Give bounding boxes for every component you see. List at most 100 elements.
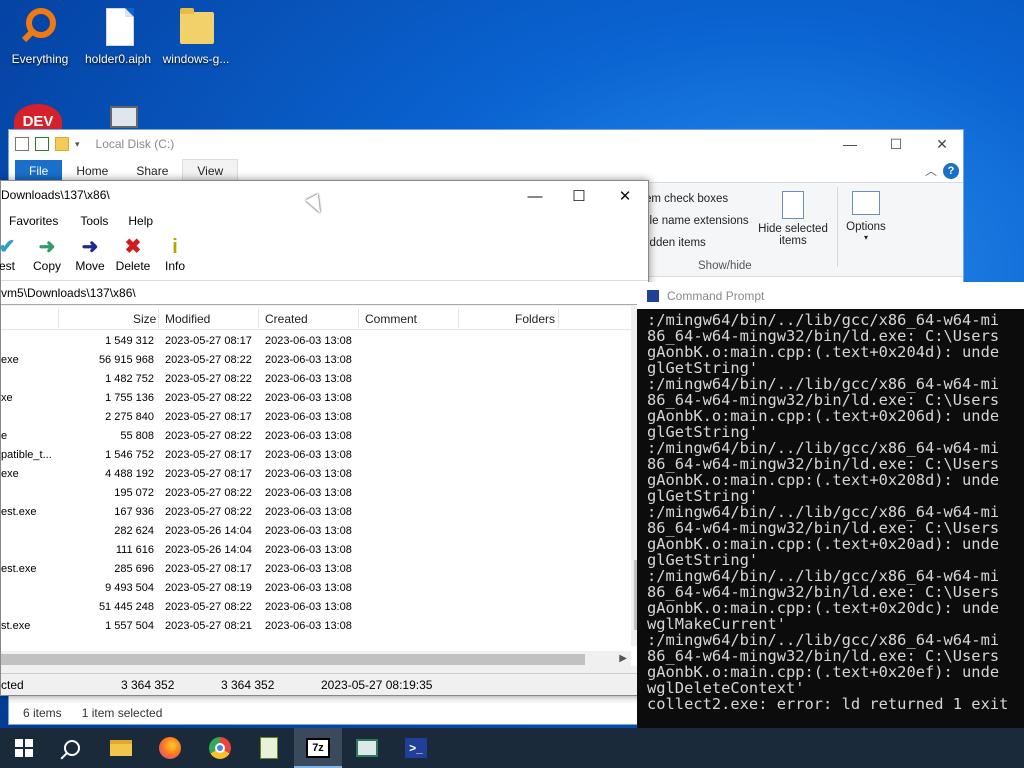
minimize-icon[interactable]: — [512, 181, 558, 211]
console-line: 86_64-w64-mingw32/bin/ld.exe: C:\Users [647, 583, 1000, 601]
folder-icon [110, 740, 132, 756]
column-modified[interactable]: Modified [165, 312, 210, 326]
file-name-extensions-option[interactable]: ile name extensions [647, 215, 749, 227]
table-row[interactable]: e 55 808 2023-05-27 08:22 2023-06-03 13:08 [1, 427, 631, 446]
taskbar: 7z >_ [0, 728, 1024, 768]
taskbar-notepad[interactable] [245, 728, 293, 768]
created-cell: 2023-06-03 13:08 [265, 354, 352, 366]
taskbar-chrome[interactable] [196, 728, 244, 768]
minimize-icon[interactable]: — [827, 130, 873, 158]
cmd-titlebar[interactable]: Command Prompt [637, 282, 1024, 309]
menu-tools[interactable]: Tools [66, 214, 116, 228]
table-row[interactable]: 282 624 2023-05-26 14:04 2023-06-03 13:08 [1, 522, 631, 541]
tab-share[interactable]: Share [122, 160, 182, 182]
console-output[interactable]: :/mingw64/bin/../lib/gcc/x86_64-w64-mi 86… [647, 312, 1024, 760]
quick-access-icon[interactable] [15, 137, 29, 151]
column-folders[interactable]: Folders [515, 312, 555, 326]
help-icon[interactable]: ? [943, 163, 959, 179]
chevron-down-icon[interactable]: ▾ [75, 139, 80, 150]
column-header: Size Modified Created Comment Folders [1, 306, 631, 330]
file-name-cell: exe [1, 468, 19, 480]
table-row[interactable]: 1 549 312 2023-05-27 08:17 2023-06-03 13:0… [1, 332, 631, 351]
move-button[interactable]: ➜ Move [68, 235, 112, 273]
7zip-window[interactable]: Downloads\137\x86\ — ☐ ✕ Favorites Tools… [0, 180, 649, 696]
scroll-right-icon[interactable]: ▶ [619, 653, 627, 664]
menu-help[interactable]: Help [116, 214, 161, 228]
tool-label: Copy [32, 259, 61, 273]
table-row[interactable]: st.exe 1 557 504 2023-05-27 08:21 2023-06-0… [1, 617, 631, 636]
copy-button[interactable]: ➜ Copy [25, 235, 69, 273]
table-row[interactable]: exe 56 915 968 2023-05-27 08:22 2023-06-03 … [1, 351, 631, 370]
magnifier-icon [20, 6, 60, 50]
delete-button[interactable]: ✖ Delete [111, 235, 155, 273]
column-comment[interactable]: Comment [365, 312, 417, 326]
column-created[interactable]: Created [265, 312, 308, 326]
size-cell: 1 546 752 [105, 449, 154, 461]
desktop-icon-holder0[interactable]: holder0.aiph [78, 6, 158, 66]
properties-icon[interactable] [35, 137, 49, 151]
taskbar-powershell[interactable]: >_ [392, 728, 440, 768]
taskbar-app[interactable] [343, 728, 391, 768]
window-title: Downloads\137\x86\ [1, 188, 110, 202]
maximize-icon[interactable]: ☐ [556, 181, 602, 211]
created-cell: 2023-06-03 13:08 [265, 563, 352, 575]
hidden-items-option[interactable]: idden items [647, 237, 706, 249]
scroll-thumb[interactable] [1, 654, 585, 665]
created-cell: 2023-06-03 13:08 [265, 601, 352, 613]
created-cell: 2023-06-03 13:08 [265, 620, 352, 632]
console-line: collect2.exe: error: ld returned 1 exit [647, 695, 1009, 713]
console-line: gAonbK.o:main.cpp:(.text+0x20ad): unde [647, 535, 1000, 553]
taskbar-7zip[interactable]: 7z [294, 728, 342, 768]
table-row[interactable]: 111 616 2023-05-26 14:04 2023-06-03 13:08 [1, 541, 631, 560]
menu-favorites[interactable]: Favorites [1, 214, 66, 228]
table-row[interactable]: patible_t... 1 546 752 2023-05-27 08:17 202… [1, 446, 631, 465]
size-cell: 111 616 [115, 544, 154, 556]
column-size[interactable]: Size [133, 312, 156, 326]
window-title: Command Prompt [667, 288, 765, 303]
file-name-cell: e [1, 430, 8, 442]
table-row[interactable]: 51 445 248 2023-05-27 08:22 2023-06-03 13:… [1, 598, 631, 617]
table-row[interactable]: 2 275 840 2023-05-27 08:17 2023-06-03 13:0… [1, 408, 631, 427]
computer-icon[interactable] [110, 106, 138, 128]
start-button[interactable] [0, 728, 48, 768]
hide-selected-items-button[interactable]: Hide selected items [757, 191, 829, 247]
info-button[interactable]: i Info [153, 235, 197, 273]
table-row[interactable]: est.exe 285 696 2023-05-27 08:17 2023-06-03… [1, 560, 631, 579]
new-folder-icon[interactable] [55, 137, 69, 151]
column-divider [358, 308, 359, 328]
size-cell: 282 624 [114, 525, 154, 537]
address-bar[interactable]: vm5\Downloads\137\x86\ ⌄ [1, 281, 648, 305]
maximize-icon[interactable]: ☐ [873, 130, 919, 158]
explorer-titlebar[interactable]: ▾ Local Disk (C:) [9, 130, 963, 158]
taskbar-explorer[interactable] [97, 728, 145, 768]
tab-home[interactable]: Home [62, 160, 122, 182]
options-button[interactable]: Options ▾ [841, 191, 891, 242]
taskbar-firefox[interactable] [146, 728, 194, 768]
7zip-icon: 7z [306, 738, 330, 758]
chevron-up-icon[interactable]: ︿ [925, 162, 937, 179]
table-row[interactable]: est.exe 167 936 2023-05-27 08:22 2023-06-03… [1, 503, 631, 522]
item-check-boxes-option[interactable]: em check boxes [645, 193, 728, 205]
address-text[interactable]: vm5\Downloads\137\x86\ [1, 286, 136, 300]
table-row[interactable]: exe 4 488 192 2023-05-27 08:17 2023-06-03 1… [1, 465, 631, 484]
size-cell: 2 275 840 [105, 411, 154, 423]
search-button[interactable] [48, 728, 96, 768]
horizontal-scrollbar[interactable]: ▶ [1, 651, 631, 666]
console-line: :/mingw64/bin/../lib/gcc/x86_64-w64-mi [647, 567, 1000, 585]
column-divider [258, 308, 259, 328]
table-row[interactable]: 195 072 2023-05-27 08:22 2023-06-03 13:08 [1, 484, 631, 503]
created-cell: 2023-06-03 13:08 [265, 373, 352, 385]
table-row[interactable]: 9 493 504 2023-05-27 08:19 2023-06-03 13:0… [1, 579, 631, 598]
close-icon[interactable]: ✕ [919, 130, 965, 158]
desktop-icon-windows-glxgears[interactable]: windows-g... [156, 6, 236, 66]
tab-file[interactable]: File [15, 160, 63, 182]
command-prompt-window[interactable]: Command Prompt :/mingw64/bin/../lib/gcc/… [637, 282, 1024, 768]
close-icon[interactable]: ✕ [602, 181, 648, 211]
table-row[interactable]: xe 1 755 136 2023-05-27 08:22 2023-06-03 13… [1, 389, 631, 408]
tab-view[interactable]: View [182, 159, 239, 182]
desktop-icon-everything[interactable]: Everything [0, 6, 80, 66]
file-name-cell: st.exe [1, 620, 31, 632]
table-row[interactable]: 1 482 752 2023-05-27 08:22 2023-06-03 13:0… [1, 370, 631, 389]
column-divider [158, 308, 159, 328]
file-list[interactable]: Size Modified Created Comment Folders 1 … [1, 306, 648, 666]
